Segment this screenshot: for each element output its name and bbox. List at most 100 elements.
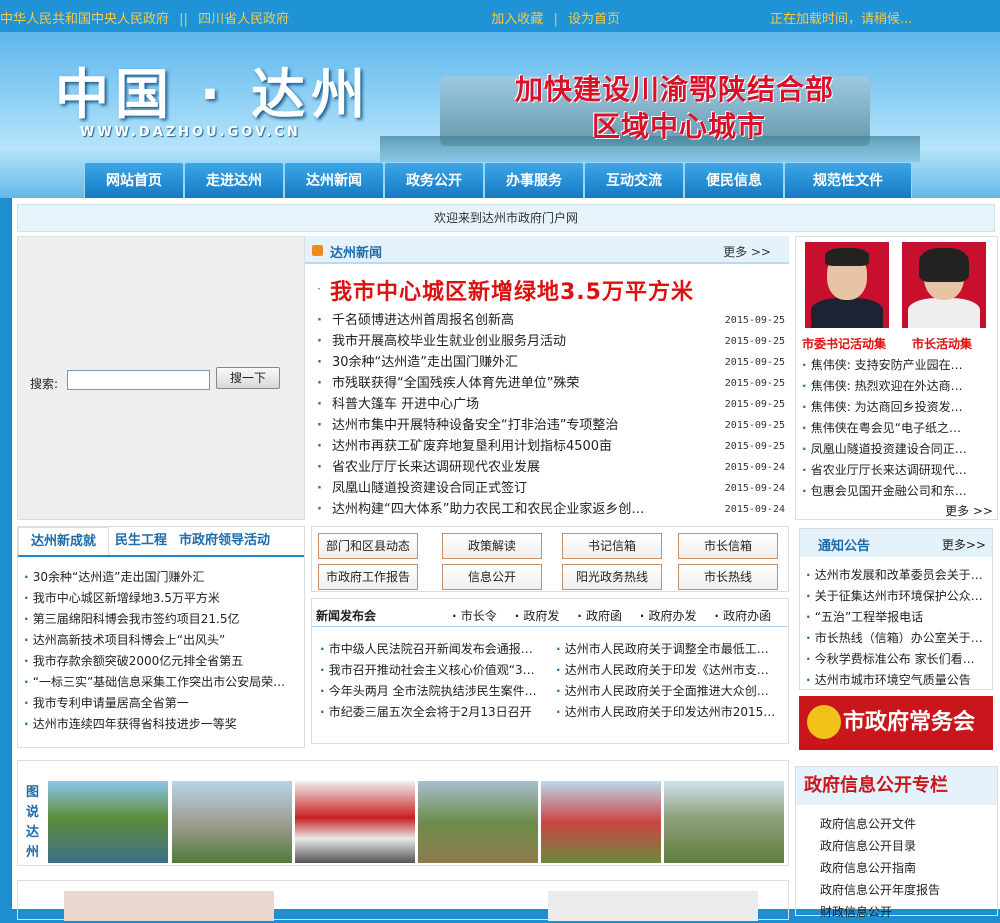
notice-more-link[interactable]: 更多>> xyxy=(942,536,986,553)
gallery-photo-lake[interactable] xyxy=(48,781,168,863)
tab-mayor-order[interactable]: 市长令 xyxy=(452,609,497,623)
list-item[interactable]: 达州市连续四年获得省科技进步一等奖 xyxy=(24,714,299,735)
list-item[interactable]: 今年头两月 全市法院执结涉民生案件… xyxy=(320,681,552,702)
nav-interaction[interactable]: 互动交流 xyxy=(584,162,684,198)
list-item[interactable]: 财政信息公开 xyxy=(820,901,992,923)
press-title[interactable]: 新闻发布会 xyxy=(316,607,376,624)
gallery-photo-park[interactable] xyxy=(664,781,784,863)
list-item[interactable]: “一标三实”基础信息采集工作突出市公安局荣… xyxy=(24,672,299,693)
list-item[interactable]: 焦伟侠: 为达商回乡投资发… xyxy=(802,397,992,418)
site-logo[interactable]: 中国 · 达州 xyxy=(55,50,371,129)
mayor-photo[interactable] xyxy=(902,242,986,328)
list-item[interactable]: 省农业厅厅长来达调研现代… xyxy=(802,460,992,481)
tab-livelihood[interactable]: 民生工程 xyxy=(109,527,173,555)
gallery-photo-buildings[interactable] xyxy=(541,781,661,863)
list-item[interactable]: 科普大篷车 开进中心广场2015-09-25 xyxy=(317,394,785,415)
news-header: 达州新闻 更多 >> xyxy=(305,236,789,264)
list-item[interactable]: “五治”工程举报电话 xyxy=(806,607,988,628)
list-item[interactable]: 达州构建“四大体系”助力农民工和农民企业家返乡创…2015-09-24 xyxy=(317,499,785,520)
policy-interpretation-button[interactable]: 政策解读 xyxy=(442,533,542,559)
secretary-activities-link[interactable]: 市委书记活动集 xyxy=(802,335,886,352)
tab-achievements[interactable]: 达州新成就 xyxy=(18,527,110,555)
list-item[interactable]: 我市存款余额突破2000亿元排全省第五 xyxy=(24,651,299,672)
list-item[interactable]: 我市开展高校毕业生就业创业服务月活动2015-09-25 xyxy=(317,331,785,352)
work-report-button[interactable]: 市政府工作报告 xyxy=(318,564,418,590)
tab-leader-activities[interactable]: 市政府领导活动 xyxy=(173,527,276,555)
list-item[interactable]: 市纪委三届五次全会将于2月13日召开 xyxy=(320,702,552,723)
list-item[interactable]: 省农业厅厅长来达调研现代农业发展2015-09-24 xyxy=(317,457,785,478)
nav-public-info[interactable]: 便民信息 xyxy=(684,162,784,198)
nav-government-affairs[interactable]: 政务公开 xyxy=(384,162,484,198)
list-item[interactable]: 我市专利申请量居高全省第一 xyxy=(24,693,299,714)
gov-info-list: 政府信息公开文件 政府信息公开目录 政府信息公开指南 政府信息公开年度报告 财政… xyxy=(820,813,992,923)
link-province-government[interactable]: 四川省人民政府 xyxy=(198,12,289,27)
list-item[interactable]: 达州市城市环境空气质量公告 xyxy=(806,670,988,691)
mayor-activities-link[interactable]: 市长活动集 xyxy=(912,335,972,352)
list-item[interactable]: 关于征集达州市环境保护公众… xyxy=(806,586,988,607)
gallery-photo-city[interactable] xyxy=(172,781,292,863)
gallery-photo-bus[interactable] xyxy=(295,781,415,863)
list-item[interactable]: 达州高新技术项目科博会上“出风头” xyxy=(24,630,299,651)
bottom-banner-right[interactable] xyxy=(548,891,758,921)
list-item[interactable]: 政府信息公开文件 xyxy=(820,813,992,835)
list-item[interactable]: 30余种“达州造”走出国门赚外汇 xyxy=(24,567,299,588)
list-item[interactable]: 达州市人民政府关于全面推进大众创… xyxy=(556,681,788,702)
nav-home[interactable]: 网站首页 xyxy=(84,162,184,198)
list-item[interactable]: 包惠会见国开金融公司和东… xyxy=(802,481,992,502)
bottom-banner-left[interactable] xyxy=(64,891,274,921)
list-item[interactable]: 市长热线（信箱）办公室关于… xyxy=(806,628,988,649)
news-more-link[interactable]: 更多 >> xyxy=(723,243,771,260)
info-disclosure-button[interactable]: 信息公开 xyxy=(442,564,542,590)
list-item[interactable]: 达州市人民政府关于印发达州市2015… xyxy=(556,702,788,723)
search-button[interactable]: 搜一下 xyxy=(216,367,280,389)
nav-dazhou-news[interactable]: 达州新闻 xyxy=(284,162,384,198)
list-item[interactable]: 千名硕博进达州首周报名创新高2015-09-25 xyxy=(317,310,785,331)
list-item[interactable]: 达州市人民政府关于印发《达州市支… xyxy=(556,660,788,681)
list-item[interactable]: 市中级人民法院召开新闻发布会通报… xyxy=(320,639,552,660)
tab-gov-issued[interactable]: 政府发 xyxy=(515,609,560,623)
list-item[interactable]: 第三届绵阳科博会我市签约项目21.5亿 xyxy=(24,609,299,630)
list-item[interactable]: 凤凰山隧道投资建设合同正… xyxy=(802,439,992,460)
executive-meeting-banner[interactable]: 市政府常务会议 xyxy=(799,696,993,789)
tab-gov-letter[interactable]: 政府函 xyxy=(577,609,622,623)
notice-list: 达州市发展和改革委员会关于… 关于征集达州市环境保护公众… “五治”工程举报电话… xyxy=(806,565,988,691)
sunshine-hotline-button[interactable]: 阳光政务热线 xyxy=(562,564,662,590)
add-favorite-link[interactable]: 加入收藏 xyxy=(491,12,543,27)
mayor-hotline-button[interactable]: 市长热线 xyxy=(678,564,778,590)
nav-about-dazhou[interactable]: 走进达州 xyxy=(184,162,284,198)
set-homepage-link[interactable]: 设为首页 xyxy=(568,12,620,27)
list-item[interactable]: 政府信息公开目录 xyxy=(820,835,992,857)
headline-link[interactable]: 我市中心城区新增绿地3.5万平方米 xyxy=(330,274,694,306)
list-item[interactable]: 政府信息公开年度报告 xyxy=(820,879,992,901)
tab-office-issued[interactable]: 政府办发 xyxy=(640,609,697,623)
list-item[interactable]: 达州市集中开展特种设备安全“打非治违”专项整治2015-09-25 xyxy=(317,415,785,436)
separator: || xyxy=(179,12,188,27)
list-item[interactable]: 焦伟侠: 支持安防产业园在… xyxy=(802,355,992,376)
secretary-mailbox-button[interactable]: 书记信箱 xyxy=(562,533,662,559)
list-item[interactable]: 达州市再获工矿废弃地复垦利用计划指标4500亩2015-09-25 xyxy=(317,436,785,457)
dept-county-news-button[interactable]: 部门和区县动态 xyxy=(318,533,418,559)
tab-office-letter[interactable]: 政府办函 xyxy=(714,609,771,623)
gallery-photo-terraces[interactable] xyxy=(418,781,538,863)
list-item[interactable]: 我市召开推动社会主义核心价值观“3… xyxy=(320,660,552,681)
list-item[interactable]: 30余种“达州造”走出国门赚外汇2015-09-25 xyxy=(317,352,785,373)
secretary-photo[interactable] xyxy=(805,242,889,328)
mayor-mailbox-button[interactable]: 市长信箱 xyxy=(678,533,778,559)
nav-normative-documents[interactable]: 规范性文件 xyxy=(784,162,912,198)
gov-info-title: 政府信息公开专栏 xyxy=(796,767,997,805)
list-item[interactable]: 我市中心城区新增绿地3.5万平方米 xyxy=(24,588,299,609)
national-emblem-icon xyxy=(807,705,841,739)
link-central-government[interactable]: 中华人民共和国中央人民政府 xyxy=(0,12,169,27)
list-item[interactable]: 焦伟侠: 热烈欢迎在外达商… xyxy=(802,376,992,397)
notice-title: 通知公告 xyxy=(818,539,871,554)
list-item[interactable]: 凤凰山隧道投资建设合同正式签订2015-09-24 xyxy=(317,478,785,499)
list-item[interactable]: 达州市人民政府关于调整全市最低工… xyxy=(556,639,788,660)
list-item[interactable]: 市残联获得“全国残疾人体育先进单位”殊荣2015-09-25 xyxy=(317,373,785,394)
list-item[interactable]: 达州市发展和改革委员会关于… xyxy=(806,565,988,586)
list-item[interactable]: 政府信息公开指南 xyxy=(820,857,992,879)
leaders-more-link[interactable]: 更多 >> xyxy=(945,502,993,519)
search-input[interactable] xyxy=(67,370,210,390)
list-item[interactable]: 焦伟侠在粤会见“电子纸之… xyxy=(802,418,992,439)
nav-services[interactable]: 办事服务 xyxy=(484,162,584,198)
list-item[interactable]: 今秋学费标准公布 家长们看… xyxy=(806,649,988,670)
